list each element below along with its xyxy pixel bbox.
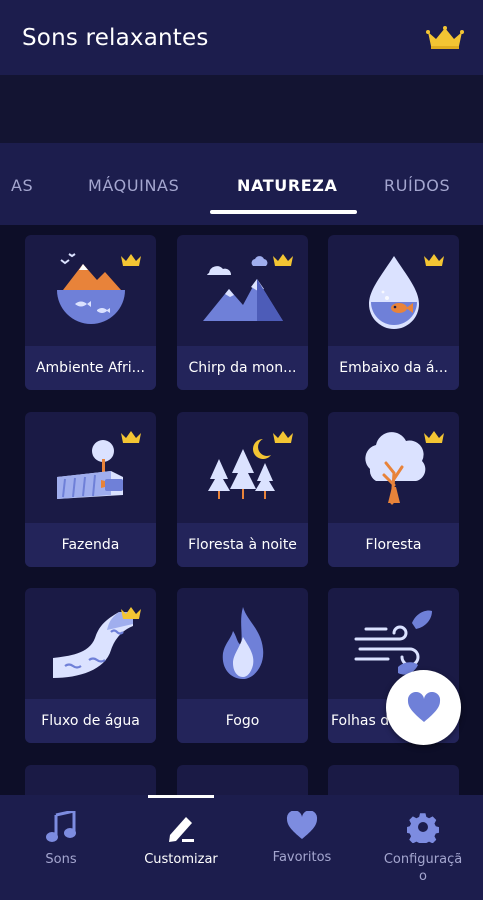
crown-icon bbox=[121, 254, 141, 266]
bottom-navigation: Sons Customizar Favoritos Configuraçã o bbox=[0, 795, 483, 900]
nav-item-sons[interactable]: Sons bbox=[1, 795, 121, 900]
sound-card-label: Fazenda bbox=[25, 523, 156, 567]
tab-active-indicator bbox=[210, 210, 357, 214]
sound-card-floresta-a-noite[interactable]: Floresta à noite bbox=[177, 412, 308, 567]
crown-icon bbox=[273, 254, 293, 266]
sound-card-partial[interactable] bbox=[177, 765, 308, 795]
sound-card-fogo[interactable]: Fogo bbox=[177, 588, 308, 743]
sound-card-label: Floresta bbox=[328, 523, 459, 567]
nav-label: Favoritos bbox=[272, 850, 332, 865]
night-forest-icon bbox=[207, 439, 275, 499]
nav-item-configuracao[interactable]: Configuraçã o bbox=[363, 795, 483, 900]
crown-icon bbox=[424, 254, 444, 266]
pencil-icon bbox=[169, 817, 194, 842]
sound-card-fazenda[interactable]: Fazenda bbox=[25, 412, 156, 567]
premium-crown-button[interactable] bbox=[425, 23, 465, 53]
tab-ruidos[interactable]: RUÍDOS bbox=[384, 176, 450, 195]
sound-card-fluxo-de-agua[interactable]: Fluxo de água bbox=[25, 588, 156, 743]
sound-card-chirp-montanha[interactable]: Chirp da mon... bbox=[177, 235, 308, 390]
water-drop-fish-icon bbox=[368, 256, 419, 329]
crown-icon bbox=[121, 431, 141, 443]
tab-natureza[interactable]: NATUREZA bbox=[237, 176, 337, 195]
nav-item-customizar[interactable]: Customizar bbox=[121, 795, 241, 900]
app-header: Sons relaxantes bbox=[0, 0, 483, 75]
sound-card-label: Chirp da mon... bbox=[177, 346, 308, 390]
gear-icon bbox=[407, 813, 439, 843]
crown-icon bbox=[273, 431, 293, 443]
favorites-fab-button[interactable] bbox=[386, 670, 461, 745]
crown-icon bbox=[426, 25, 464, 49]
sound-card-ambiente-africano[interactable]: Ambiente Afri... bbox=[25, 235, 156, 390]
tree-icon bbox=[364, 432, 425, 505]
sound-card-label: Fluxo de água bbox=[25, 699, 156, 743]
farm-icon bbox=[56, 440, 123, 499]
ad-banner bbox=[0, 75, 483, 143]
african-savanna-icon bbox=[56, 253, 125, 324]
fire-icon bbox=[222, 607, 263, 679]
page-title: Sons relaxantes bbox=[22, 24, 209, 51]
sound-card-label: Fogo bbox=[177, 699, 308, 743]
heart-icon bbox=[407, 691, 440, 722]
category-tabs: AS MÁQUINAS NATUREZA RUÍDOS bbox=[0, 143, 483, 225]
sound-card-label: Embaixo da á... bbox=[328, 346, 459, 390]
tab-as[interactable]: AS bbox=[11, 176, 33, 195]
heart-icon bbox=[286, 811, 318, 839]
sound-card-floresta[interactable]: Floresta bbox=[328, 412, 459, 567]
nav-label: Configuraçã o bbox=[383, 852, 463, 884]
crown-icon bbox=[121, 607, 141, 619]
nav-item-favoritos[interactable]: Favoritos bbox=[242, 795, 362, 900]
music-note-icon bbox=[46, 811, 76, 842]
sound-card-partial[interactable] bbox=[25, 765, 156, 795]
crown-icon bbox=[424, 431, 444, 443]
nav-label: Sons bbox=[45, 852, 77, 867]
nav-label: Customizar bbox=[144, 852, 218, 867]
sound-card-label: Floresta à noite bbox=[177, 523, 308, 567]
sound-card-partial[interactable] bbox=[328, 765, 459, 795]
tab-maquinas[interactable]: MÁQUINAS bbox=[88, 176, 179, 195]
sound-card-embaixo-da-agua[interactable]: Embaixo da á... bbox=[328, 235, 459, 390]
sound-card-label: Ambiente Afri... bbox=[25, 346, 156, 390]
